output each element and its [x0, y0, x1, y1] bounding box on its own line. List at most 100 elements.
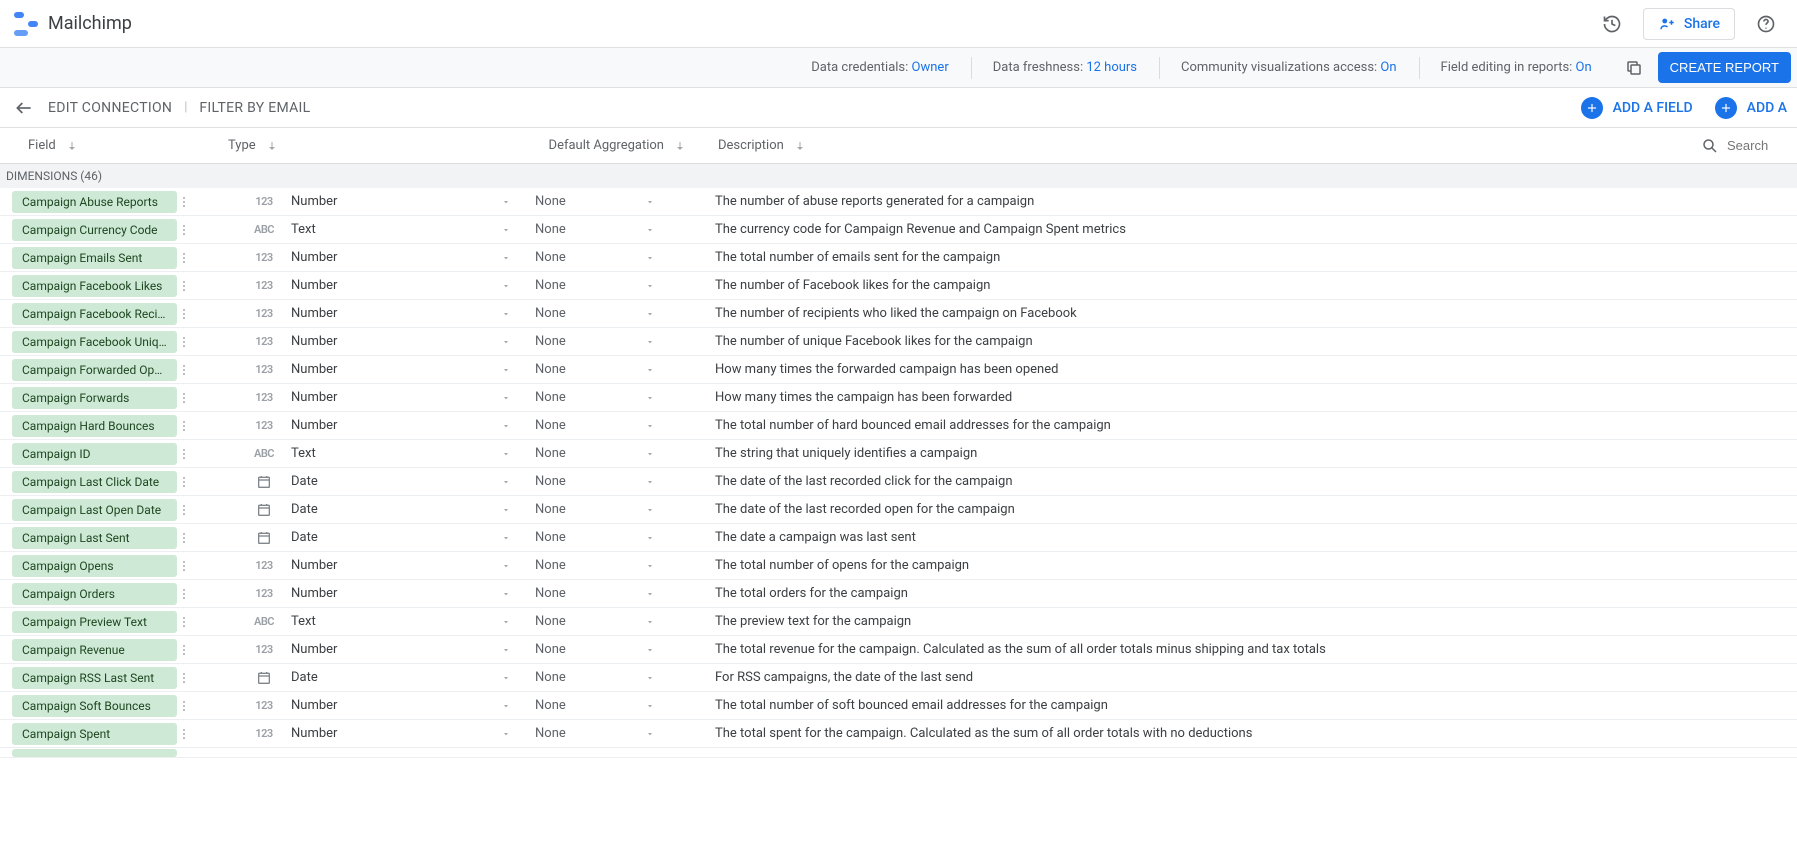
row-menu-icon[interactable] — [177, 419, 199, 433]
field-chip[interactable]: Campaign Last Click Date — [12, 471, 177, 493]
field-chip[interactable]: Campaign Facebook Reci… — [12, 303, 177, 325]
row-menu-icon[interactable] — [177, 587, 199, 601]
aggregation-dropdown[interactable]: None — [535, 586, 655, 601]
data-credentials[interactable]: Data credentials: Owner — [789, 60, 970, 75]
type-dropdown[interactable]: Number — [291, 642, 511, 657]
type-dropdown[interactable]: Number — [291, 698, 511, 713]
field-chip[interactable]: Campaign Opens — [12, 555, 177, 577]
type-dropdown[interactable]: Number — [291, 250, 511, 265]
add-field-button[interactable]: ADD A FIELD — [1581, 97, 1693, 119]
type-dropdown[interactable]: Number — [291, 390, 511, 405]
field-chip[interactable]: Campaign Spent — [12, 723, 177, 745]
col-aggregation[interactable]: Default Aggregation — [528, 138, 718, 153]
aggregation-dropdown[interactable]: None — [535, 558, 655, 573]
row-menu-icon[interactable] — [177, 643, 199, 657]
row-menu-icon[interactable] — [177, 307, 199, 321]
field-chip[interactable]: Campaign Soft Bounces — [12, 695, 177, 717]
type-dropdown[interactable]: Number — [291, 726, 511, 741]
field-chip[interactable]: Campaign Facebook Likes — [12, 275, 177, 297]
aggregation-dropdown[interactable]: None — [535, 698, 655, 713]
field-chip[interactable]: Campaign Facebook Uniq… — [12, 331, 177, 353]
type-dropdown[interactable]: Number — [291, 278, 511, 293]
field-search[interactable] — [1701, 137, 1797, 155]
field-chip[interactable]: Campaign Hard Bounces — [12, 415, 177, 437]
row-menu-icon[interactable] — [177, 363, 199, 377]
row-menu-icon[interactable] — [177, 223, 199, 237]
type-dropdown[interactable]: Date — [291, 530, 511, 545]
type-dropdown[interactable]: Number — [291, 194, 511, 209]
row-menu-icon[interactable] — [177, 391, 199, 405]
field-chip[interactable]: Campaign Forwarded Op… — [12, 359, 177, 381]
aggregation-dropdown[interactable]: None — [535, 642, 655, 657]
aggregation-dropdown[interactable]: None — [535, 670, 655, 685]
row-menu-icon[interactable] — [177, 727, 199, 741]
aggregation-dropdown[interactable]: None — [535, 278, 655, 293]
add-parameter-button[interactable]: ADD A — [1715, 97, 1787, 119]
type-dropdown[interactable]: Date — [291, 502, 511, 517]
share-button[interactable]: Share — [1643, 8, 1735, 40]
aggregation-dropdown[interactable]: None — [535, 614, 655, 629]
row-menu-icon[interactable] — [177, 335, 199, 349]
community-viz-access[interactable]: Community visualizations access: On — [1159, 60, 1419, 75]
field-chip[interactable]: Campaign Abuse Reports — [12, 191, 177, 213]
copy-icon[interactable] — [1616, 50, 1652, 86]
field-chip[interactable]: Campaign Currency Code — [12, 219, 177, 241]
row-menu-icon[interactable] — [177, 251, 199, 265]
aggregation-dropdown[interactable]: None — [535, 334, 655, 349]
field-chip[interactable]: Campaign Forwards — [12, 387, 177, 409]
row-menu-icon[interactable] — [177, 615, 199, 629]
field-chip[interactable]: Campaign ID — [12, 443, 177, 465]
row-menu-icon[interactable] — [177, 503, 199, 517]
row-menu-icon[interactable] — [177, 279, 199, 293]
aggregation-dropdown[interactable]: None — [535, 502, 655, 517]
row-menu-icon[interactable] — [177, 531, 199, 545]
col-type[interactable]: Type — [228, 138, 528, 153]
field-chip[interactable]: Campaign Last Sent — [12, 527, 177, 549]
row-menu-icon[interactable] — [177, 559, 199, 573]
field-editing[interactable]: Field editing in reports: On — [1419, 60, 1614, 75]
type-dropdown[interactable]: Text — [291, 614, 511, 629]
row-menu-icon[interactable] — [177, 699, 199, 713]
row-menu-icon[interactable] — [177, 447, 199, 461]
type-dropdown[interactable]: Number — [291, 306, 511, 321]
plus-icon — [1581, 97, 1603, 119]
aggregation-dropdown[interactable]: None — [535, 250, 655, 265]
field-chip[interactable]: Campaign Last Open Date — [12, 499, 177, 521]
aggregation-dropdown[interactable]: None — [535, 306, 655, 321]
search-input[interactable] — [1727, 138, 1787, 153]
edit-connection-link[interactable]: EDIT CONNECTION — [48, 100, 172, 116]
type-dropdown[interactable]: Number — [291, 586, 511, 601]
type-dropdown[interactable]: Date — [291, 670, 511, 685]
help-icon[interactable] — [1749, 7, 1783, 41]
aggregation-dropdown[interactable]: None — [535, 362, 655, 377]
aggregation-dropdown[interactable]: None — [535, 446, 655, 461]
create-report-button[interactable]: CREATE REPORT — [1658, 52, 1791, 83]
row-menu-icon[interactable] — [177, 195, 199, 209]
aggregation-dropdown[interactable]: None — [535, 726, 655, 741]
data-freshness[interactable]: Data freshness: 12 hours — [971, 60, 1159, 75]
field-chip[interactable]: Campaign Revenue — [12, 639, 177, 661]
aggregation-dropdown[interactable]: None — [535, 222, 655, 237]
type-dropdown[interactable]: Number — [291, 334, 511, 349]
field-chip[interactable]: Campaign Emails Sent — [12, 247, 177, 269]
row-menu-icon[interactable] — [177, 475, 199, 489]
field-chip[interactable]: Campaign Preview Text — [12, 611, 177, 633]
type-dropdown[interactable]: Date — [291, 474, 511, 489]
type-dropdown[interactable]: Number — [291, 362, 511, 377]
history-icon[interactable] — [1595, 7, 1629, 41]
type-dropdown[interactable]: Text — [291, 222, 511, 237]
col-description[interactable]: Description — [718, 138, 1701, 153]
back-arrow-icon[interactable] — [14, 98, 34, 118]
aggregation-dropdown[interactable]: None — [535, 194, 655, 209]
type-dropdown[interactable]: Text — [291, 446, 511, 461]
field-chip[interactable]: Campaign Orders — [12, 583, 177, 605]
col-field[interactable]: Field — [28, 138, 228, 153]
aggregation-dropdown[interactable]: None — [535, 418, 655, 433]
aggregation-dropdown[interactable]: None — [535, 530, 655, 545]
type-dropdown[interactable]: Number — [291, 558, 511, 573]
aggregation-dropdown[interactable]: None — [535, 390, 655, 405]
field-chip[interactable]: Campaign RSS Last Sent — [12, 667, 177, 689]
row-menu-icon[interactable] — [177, 671, 199, 685]
type-dropdown[interactable]: Number — [291, 418, 511, 433]
aggregation-dropdown[interactable]: None — [535, 474, 655, 489]
